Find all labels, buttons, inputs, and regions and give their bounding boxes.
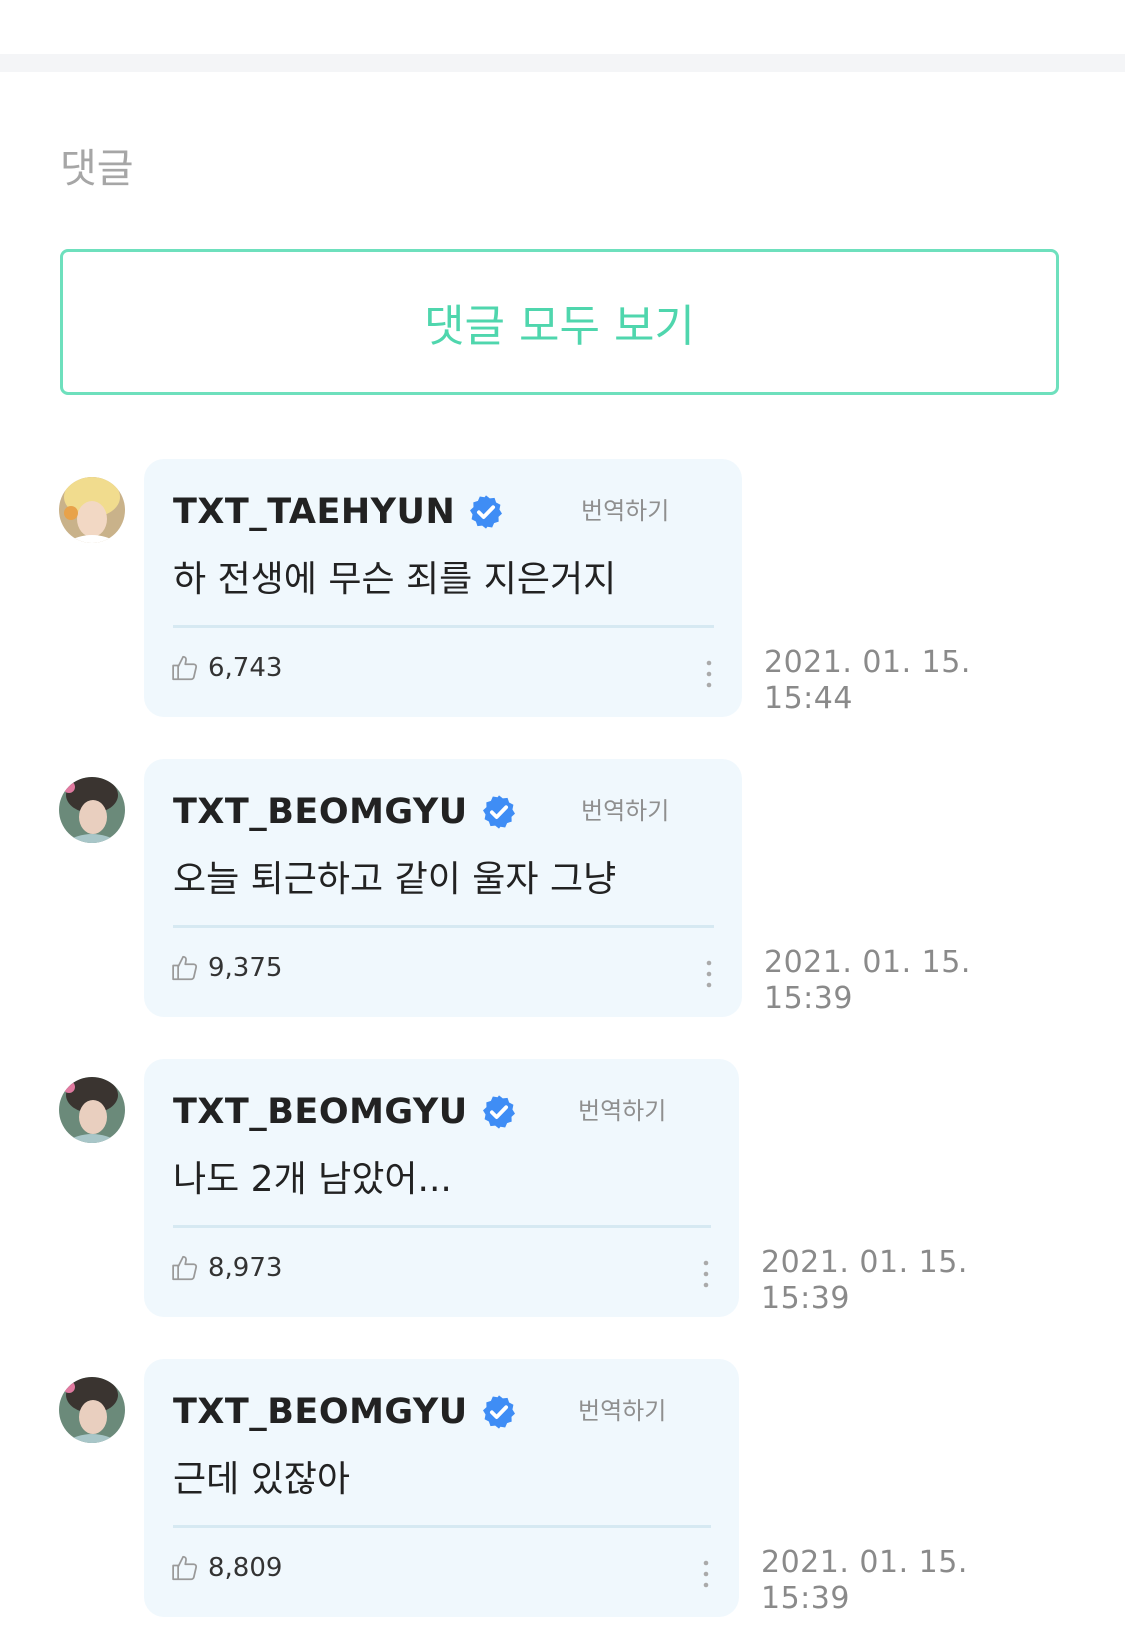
avatar[interactable] [59, 1077, 125, 1143]
avatar-image [59, 477, 125, 543]
view-all-comments-button[interactable]: 댓글 모두 보기 [60, 249, 1059, 395]
comment-timestamp: 2021. 01. 15. 15:39 [761, 1245, 968, 1317]
comment-date: 2021. 01. 15. [761, 1245, 968, 1280]
comment-text: 오늘 퇴근하고 같이 울자 그냥 [173, 859, 617, 900]
thumbs-up-icon [172, 1555, 198, 1581]
comment-date: 2021. 01. 15. [764, 945, 971, 980]
comment-text: 하 전생에 무슨 죄를 지은거지 [173, 559, 617, 600]
comment-text: 근데 있잖아 [173, 1459, 351, 1500]
more-options-icon[interactable] [696, 1257, 716, 1291]
like-count: 8,973 [208, 1253, 283, 1283]
thumbs-up-icon [172, 955, 198, 981]
translate-button[interactable]: 번역하기 [581, 491, 669, 526]
comment-time: 15:39 [761, 1581, 850, 1616]
comment-divider [173, 1225, 711, 1228]
like-button[interactable]: 8,809 [170, 1553, 282, 1583]
avatar[interactable] [59, 477, 125, 543]
thumbs-up-icon [172, 655, 198, 681]
verified-badge-icon [482, 1395, 515, 1429]
avatar-image [59, 1077, 125, 1143]
comment-divider [173, 625, 714, 628]
avatar-image [59, 1377, 125, 1443]
comment-timestamp: 2021. 01. 15. 15:44 [764, 645, 971, 717]
translate-button[interactable]: 번역하기 [581, 791, 669, 826]
like-count: 8,809 [208, 1553, 283, 1583]
comment-time: 15:39 [761, 1281, 850, 1316]
comment-author[interactable]: TXT_BEOMGYU [173, 1092, 518, 1132]
top-divider-band [0, 54, 1125, 72]
avatar[interactable] [59, 1377, 125, 1443]
comment-text: 나도 2개 남았어... [173, 1159, 452, 1200]
like-count: 6,743 [208, 653, 283, 683]
comment-time: 15:39 [764, 981, 853, 1016]
verified-badge-icon [482, 795, 515, 829]
comment-bubble: TXT_BEOMGYU 번역하기 오늘 퇴근하고 같이 울자 그냥 9,375 [144, 759, 742, 1017]
author-name[interactable]: TXT_TAEHYUN [173, 492, 455, 532]
comment-divider [173, 925, 714, 928]
like-count: 9,375 [208, 953, 283, 983]
thumbs-up-icon [172, 1255, 198, 1281]
comment-timestamp: 2021. 01. 15. 15:39 [764, 945, 971, 1017]
comment-author[interactable]: TXT_TAEHYUN [173, 492, 505, 532]
comment-bubble: TXT_BEOMGYU 번역하기 나도 2개 남았어... 8,973 [144, 1059, 739, 1317]
avatar[interactable] [59, 777, 125, 843]
comments-section-title: 댓글 [60, 146, 134, 192]
author-name[interactable]: TXT_BEOMGYU [173, 1392, 468, 1432]
translate-button[interactable]: 번역하기 [578, 1391, 666, 1426]
avatar-image [59, 777, 125, 843]
like-button[interactable]: 9,375 [170, 953, 282, 983]
comment-date: 2021. 01. 15. [761, 1545, 968, 1580]
comment-bubble: TXT_BEOMGYU 번역하기 근데 있잖아 8,809 [144, 1359, 739, 1617]
comment-divider [173, 1525, 711, 1528]
comment-bubble: TXT_TAEHYUN 번역하기 하 전생에 무슨 죄를 지은거지 6,743 [144, 459, 742, 717]
more-options-icon[interactable] [699, 957, 719, 991]
author-name[interactable]: TXT_BEOMGYU [173, 792, 468, 832]
comment-time: 15:44 [764, 681, 853, 716]
translate-button[interactable]: 번역하기 [578, 1091, 666, 1126]
comment-author[interactable]: TXT_BEOMGYU [173, 792, 518, 832]
author-name[interactable]: TXT_BEOMGYU [173, 1092, 468, 1132]
like-button[interactable]: 6,743 [170, 653, 282, 683]
comment-timestamp: 2021. 01. 15. 15:39 [761, 1545, 968, 1617]
verified-badge-icon [470, 495, 503, 529]
more-options-icon[interactable] [696, 1557, 716, 1591]
verified-badge-icon [482, 1095, 515, 1129]
like-button[interactable]: 8,973 [170, 1253, 282, 1283]
more-options-icon[interactable] [699, 657, 719, 691]
comment-author[interactable]: TXT_BEOMGYU [173, 1392, 518, 1432]
comment-date: 2021. 01. 15. [764, 645, 971, 680]
